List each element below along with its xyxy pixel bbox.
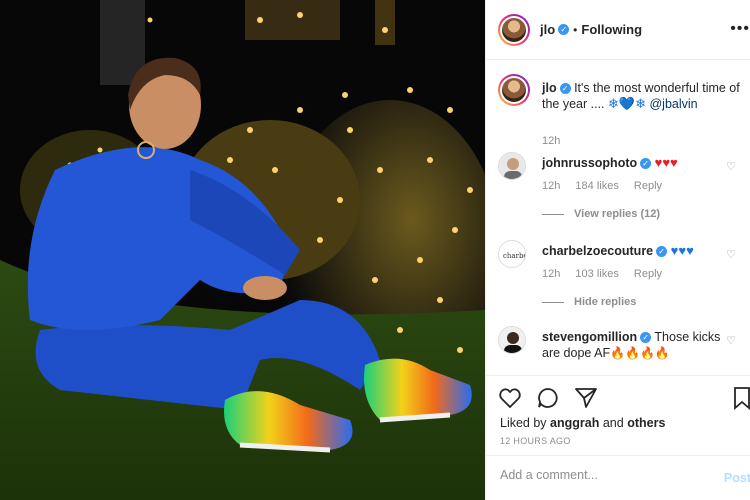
comment-emoji: 🔥🔥🔥🔥	[610, 346, 670, 360]
comment-time[interactable]: 12h	[542, 268, 560, 280]
reply-button[interactable]: Reply	[634, 268, 662, 280]
verified-badge-icon: ✓	[559, 83, 571, 95]
liked-others-link[interactable]: others	[627, 416, 665, 430]
view-replies-toggle[interactable]: View replies (12)	[542, 208, 660, 220]
post-comment-button[interactable]: Post	[724, 471, 750, 485]
liked-prefix: Liked by	[500, 416, 547, 430]
verified-badge-icon: ✓	[558, 24, 570, 35]
author-username[interactable]: jlo	[540, 22, 555, 37]
add-comment-bar: Post	[486, 455, 750, 500]
comment-bubble-icon[interactable]	[536, 386, 560, 410]
comment-meta: 12h 103 likes Reply	[542, 268, 674, 280]
comment-emoji: ♥♥♥	[670, 243, 694, 258]
post-sidebar: jlo ✓ • Following ••• jlo ✓ It's the most…	[485, 0, 750, 500]
replies-label: Hide replies	[574, 296, 637, 308]
comment-emoji: ♥♥♥	[654, 155, 678, 170]
comment-input[interactable]	[500, 468, 710, 482]
commenter-avatar[interactable]	[498, 326, 526, 354]
commenter-username[interactable]: charbelzoecouture	[542, 244, 653, 258]
verified-badge-icon: ✓	[656, 246, 668, 258]
like-comment-heart-icon[interactable]: ♡	[726, 160, 736, 173]
commenter-avatar[interactable]: charbel	[498, 240, 526, 268]
verified-badge-icon: ✓	[640, 158, 652, 170]
post-photo[interactable]	[0, 0, 485, 500]
comment-body: charbelzoecouture ✓ ♥♥♥	[542, 243, 727, 259]
commenter-username[interactable]: johnrussophoto	[542, 156, 637, 170]
like-comment-heart-icon[interactable]: ♡	[726, 248, 736, 261]
caption-avatar[interactable]	[498, 74, 530, 106]
commenter-avatar[interactable]	[498, 152, 526, 180]
mention-link[interactable]: @jbalvin	[649, 97, 697, 111]
post-actions: Liked by anggrah and others 12 HOURS AGO	[486, 375, 750, 455]
liked-by-user-link[interactable]: anggrah	[550, 416, 599, 430]
verified-badge-icon: ✓	[640, 332, 652, 344]
caption-username[interactable]: jlo	[542, 81, 557, 95]
post-timestamp[interactable]: 12 HOURS AGO	[500, 436, 571, 446]
comment-meta: 12h 184 likes Reply	[542, 180, 674, 192]
author-avatar[interactable]	[498, 13, 530, 46]
like-heart-icon[interactable]	[498, 386, 522, 410]
liked-and: and	[602, 416, 624, 430]
reply-button[interactable]: Reply	[634, 180, 662, 192]
share-paper-plane-icon[interactable]	[574, 386, 598, 410]
like-comment-heart-icon[interactable]: ♡	[726, 334, 736, 347]
caption-text: jlo ✓ It's the most wonderful time of the…	[542, 80, 750, 112]
comment-body: johnrussophoto ✓ ♥♥♥	[542, 155, 727, 171]
comment-time[interactable]: 12h	[542, 180, 560, 192]
comment-body: stevengomillion ✓ Those kicks are dope AF…	[542, 329, 727, 361]
following-button[interactable]: Following	[581, 22, 642, 37]
comment-likes[interactable]: 184 likes	[575, 180, 618, 192]
divider-line	[542, 301, 564, 303]
separator-dot: •	[573, 22, 578, 37]
liked-by-text: Liked by anggrah and others	[500, 416, 665, 430]
comment-likes[interactable]: 103 likes	[575, 268, 618, 280]
hide-replies-toggle[interactable]: Hide replies	[542, 296, 636, 308]
bookmark-icon[interactable]	[733, 386, 750, 410]
caption-emoji: ❄💙❄	[608, 96, 646, 111]
post-image	[0, 0, 485, 500]
post-header: jlo ✓ • Following •••	[486, 0, 750, 60]
comments-section: jlo ✓ It's the most wonderful time of the…	[486, 60, 750, 375]
caption-time[interactable]: 12h	[542, 135, 560, 147]
replies-label: View replies (12)	[574, 208, 661, 220]
divider-line	[542, 213, 564, 215]
commenter-username[interactable]: stevengomillion	[542, 330, 637, 344]
svg-text:charbel: charbel	[503, 252, 526, 260]
more-options-icon[interactable]: •••	[730, 20, 750, 38]
